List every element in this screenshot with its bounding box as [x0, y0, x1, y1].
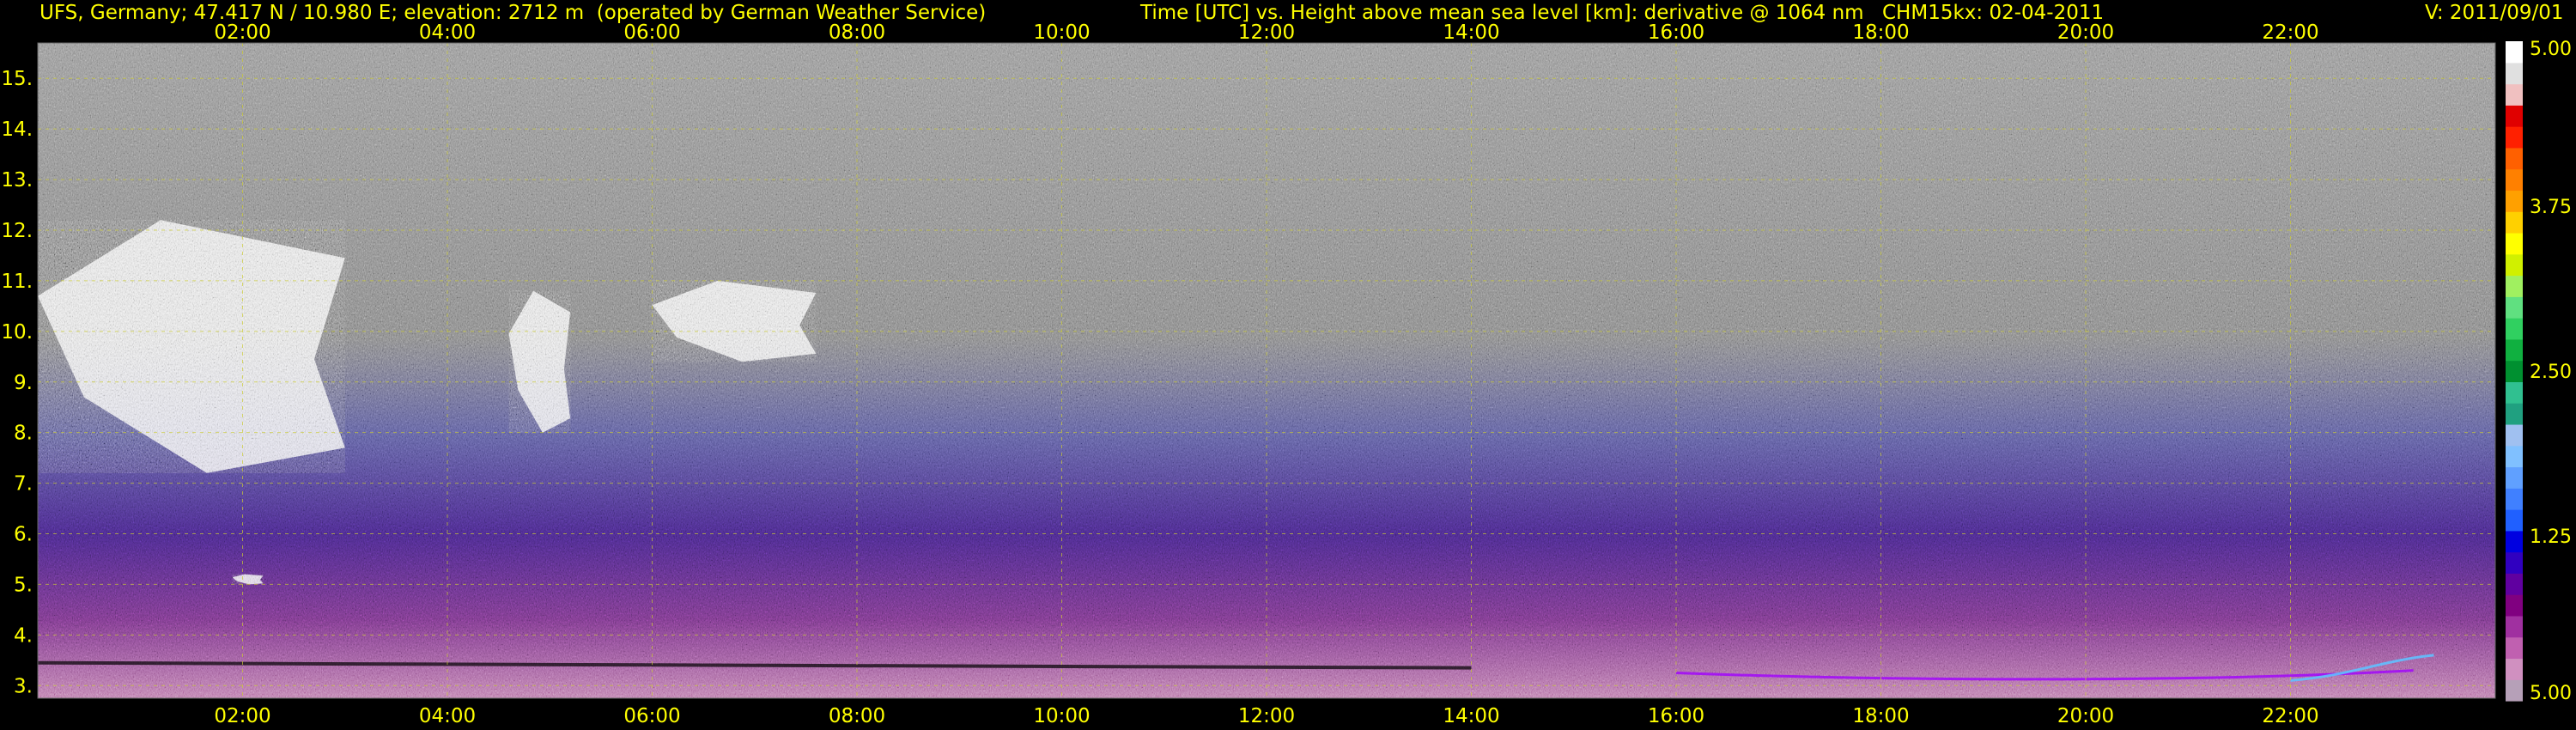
y-tick-2: 5.	[14, 574, 33, 596]
colorbar-swatch-3	[2506, 615, 2523, 638]
x-tick-top-1: 04:00	[419, 21, 476, 44]
colorbar-swatch-23	[2506, 190, 2523, 212]
colorbar-swatch-1	[2506, 658, 2523, 680]
x-tick-top-6: 14:00	[1443, 21, 1499, 44]
colorbar-swatch-14	[2506, 381, 2523, 404]
y-tick-1: 4.	[14, 624, 33, 647]
y-tick-8: 11.	[1, 271, 33, 293]
colorbar-swatch-29	[2506, 62, 2523, 85]
colorbar-swatch-4	[2506, 594, 2523, 617]
y-tick-11: 14.	[1, 119, 33, 141]
colorbar-swatch-10	[2506, 466, 2523, 489]
x-tick-bottom-2: 06:00	[623, 705, 680, 727]
colorbar-swatch-25	[2506, 147, 2523, 170]
colorbar-swatch-6	[2506, 551, 2523, 574]
colorbar-swatch-0	[2506, 679, 2523, 702]
y-tick-4: 7.	[14, 473, 33, 496]
colorbar-label-4: 5.00	[2530, 683, 2572, 704]
colorbar-label-2: 2.50	[2530, 362, 2572, 383]
colorbar-swatch-20	[2506, 253, 2523, 277]
colorbar-swatch-26	[2506, 126, 2523, 149]
y-tick-10: 13.	[1, 169, 33, 192]
colorbar-swatch-5	[2506, 573, 2523, 595]
y-tick-5: 8.	[14, 423, 33, 445]
x-tick-bottom-10: 22:00	[2262, 705, 2318, 727]
colorbar-swatch-24	[2506, 168, 2523, 192]
colorbar-swatch-15	[2506, 360, 2523, 382]
x-tick-top-9: 20:00	[2057, 21, 2114, 44]
colorbar-label-3: 1.25	[2530, 526, 2572, 548]
x-tick-top-5: 12:00	[1238, 21, 1295, 44]
x-axis-top: 02:00 04:00 06:00 08:00 10:00 12:00 14:00 16:00…	[214, 21, 2318, 44]
colorbar-swatch-11	[2506, 445, 2523, 468]
colorbar: 5.00 3.75 2.50 1.25 5.00	[2506, 39, 2572, 704]
colorbar-swatch-22	[2506, 211, 2523, 234]
y-tick-3: 6.	[14, 524, 33, 546]
x-tick-bottom-0: 02:00	[214, 705, 270, 727]
colorbar-swatch-16	[2506, 338, 2523, 362]
colorbar-swatch-12	[2506, 423, 2523, 447]
x-tick-bottom-5: 12:00	[1238, 705, 1295, 727]
x-tick-bottom-9: 20:00	[2057, 705, 2114, 727]
y-tick-6: 9.	[14, 372, 33, 394]
x-tick-top-10: 22:00	[2262, 21, 2318, 44]
y-tick-12: 15.	[1, 68, 33, 90]
colorbar-swatch-21	[2506, 232, 2523, 255]
x-tick-top-7: 16:00	[1648, 21, 1704, 44]
colorbar-swatch-8	[2506, 509, 2523, 532]
ceilometer-chart: 02:00 04:00 06:00 08:00 10:00 12:00 14:00 16:00…	[1, 21, 2572, 727]
x-tick-bottom-4: 10:00	[1033, 705, 1090, 727]
x-tick-top-4: 10:00	[1033, 21, 1090, 44]
colorbar-swatch-2	[2506, 636, 2523, 660]
colorbar-swatch-19	[2506, 275, 2523, 297]
colorbar-label-0: 5.00	[2530, 39, 2572, 60]
x-tick-top-0: 02:00	[214, 21, 270, 44]
x-axis-bottom: 02:00 04:00 06:00 08:00 10:00 12:00 14:00 16:00…	[214, 705, 2318, 727]
x-tick-top-2: 06:00	[623, 21, 680, 44]
y-tick-0: 3.	[14, 675, 33, 697]
x-tick-bottom-8: 18:00	[1852, 705, 1909, 727]
colorbar-swatch-7	[2506, 530, 2523, 553]
colorbar-swatch-27	[2506, 105, 2523, 127]
y-tick-7: 10.	[1, 321, 33, 344]
y-tick-9: 12.	[1, 220, 33, 242]
x-tick-bottom-7: 16:00	[1648, 705, 1704, 727]
colorbar-swatch-17	[2506, 318, 2523, 340]
colorbar-swatch-13	[2506, 403, 2523, 425]
colorbar-swatch-9	[2506, 488, 2523, 510]
colorbar-swatch-28	[2506, 83, 2523, 106]
colorbar-label-1: 3.75	[2530, 197, 2572, 218]
colorbar-swatch-18	[2506, 296, 2523, 319]
x-tick-bottom-6: 14:00	[1443, 705, 1499, 727]
x-tick-bottom-3: 08:00	[829, 705, 885, 727]
x-tick-bottom-1: 04:00	[419, 705, 476, 727]
y-axis: 3. 4. 5. 6. 7. 8. 9. 10. 11. 12. 13. 14. 15.	[1, 68, 33, 697]
x-tick-top-8: 18:00	[1852, 21, 1909, 44]
x-tick-top-3: 08:00	[829, 21, 885, 44]
colorbar-swatch-30	[2506, 41, 2523, 64]
